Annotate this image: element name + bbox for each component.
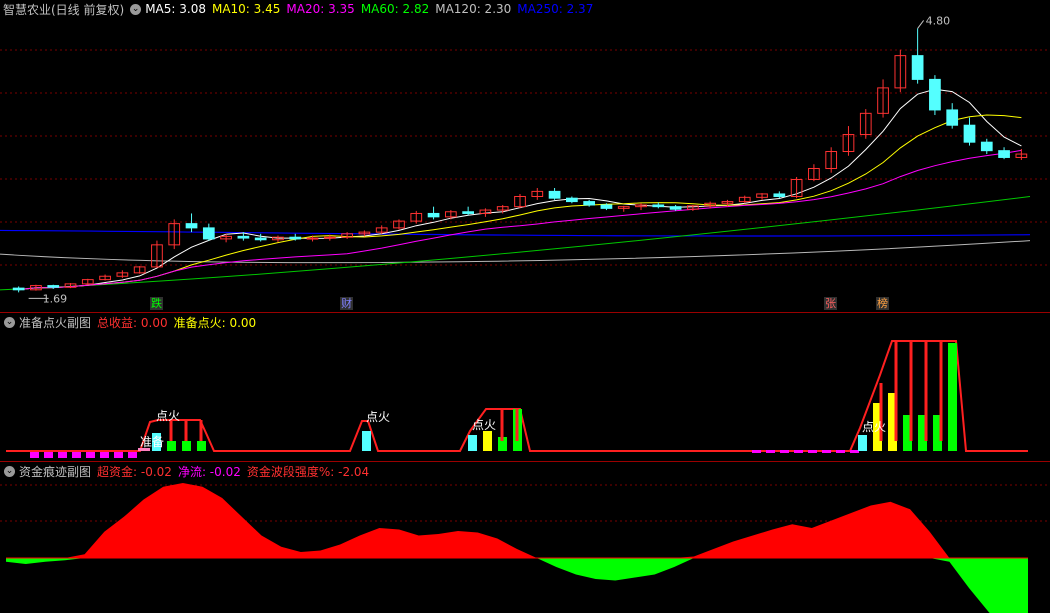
low-price-label: 1.69 [43, 292, 68, 305]
candle-body [652, 204, 665, 208]
candle-body [202, 227, 215, 240]
prep-dash [100, 452, 109, 458]
signal-bar [362, 431, 371, 451]
candle-body [669, 206, 682, 210]
signal-bar [197, 441, 206, 451]
ignition-label: 点火 [862, 420, 886, 434]
prep-dash [30, 452, 39, 458]
candle-body [566, 197, 578, 203]
prep-dash [752, 450, 761, 453]
prep-dash [114, 452, 123, 458]
ignition-subchart-panel[interactable]: ⌄ 准备点火副图 总收益: 0.00 准备点火: 0.00 点火 点火 点火 点火 准备 [0, 313, 1050, 461]
candle-body [306, 237, 319, 240]
high-pointer [917, 20, 925, 29]
ma250-line [0, 229, 1031, 237]
signal-bar [948, 343, 957, 451]
signal-bar [167, 441, 176, 451]
candle-body [548, 190, 561, 199]
candlestick-chart[interactable]: 4.80 1.69 [0, 0, 1050, 313]
candle-body [773, 193, 786, 197]
candle-body [946, 109, 959, 126]
ma60-line [0, 195, 1031, 291]
signal-bar [858, 435, 867, 451]
ma120-line [0, 240, 1031, 264]
prep-dash [822, 450, 831, 453]
candle-body [583, 201, 596, 206]
high-price-label: 4.80 [926, 14, 951, 27]
prep-dash [86, 452, 95, 458]
candle-body [237, 235, 250, 239]
candle-body [462, 211, 474, 214]
fund-area-chart[interactable] [0, 462, 1050, 613]
ma20-line [18, 149, 1022, 291]
prep-dash [58, 452, 67, 458]
signal-bar [468, 435, 477, 451]
event-marker[interactable]: 财 [340, 297, 354, 310]
prep-dash [780, 450, 789, 453]
prep-dash [72, 452, 81, 458]
ignition-label: 点火 [366, 410, 390, 424]
candle-body [600, 204, 613, 209]
candle-body [289, 236, 302, 240]
candle-body [911, 55, 924, 80]
candle-body [929, 78, 941, 111]
event-marker[interactable]: 榜 [876, 297, 890, 310]
fund-negative-area [6, 558, 1028, 613]
ignition-bar-chart[interactable]: 点火 点火点火 点火准备 [0, 313, 1050, 461]
candle-body [323, 236, 336, 239]
prep-dash [794, 450, 803, 453]
candle-body [185, 223, 198, 229]
signal-bar [182, 441, 191, 451]
prep-dash [128, 452, 137, 458]
signal-bar [483, 431, 492, 451]
prep-dash [836, 450, 845, 453]
candle-body [47, 285, 60, 288]
candle-body [980, 141, 993, 152]
candle-body [12, 287, 25, 291]
ignition-label: 点火 [156, 409, 180, 423]
prep-dash [850, 450, 859, 453]
main-chart-panel[interactable]: 智慧农业(日线 前复权) ⌄ MA5: 3.08 MA10: 3.45 MA20: … [0, 0, 1050, 313]
prep-dash [766, 450, 775, 453]
prep-dash [44, 452, 53, 458]
candle-body [963, 124, 976, 143]
fund-trace-subchart-panel[interactable]: ⌄ 资金痕迹副图 超资金: -0.02 净流: -0.02 资金波段强度%: -2.… [0, 462, 1050, 613]
candle-body [998, 150, 1010, 158]
event-marker[interactable]: 跌 [149, 297, 163, 310]
prep-dash [808, 450, 817, 453]
candle-body [427, 212, 440, 218]
ignition-label: 点火 [472, 418, 496, 432]
ignition-label: 准备 [140, 435, 164, 449]
event-marker[interactable]: 张 [824, 297, 838, 310]
candle-body [254, 237, 267, 241]
